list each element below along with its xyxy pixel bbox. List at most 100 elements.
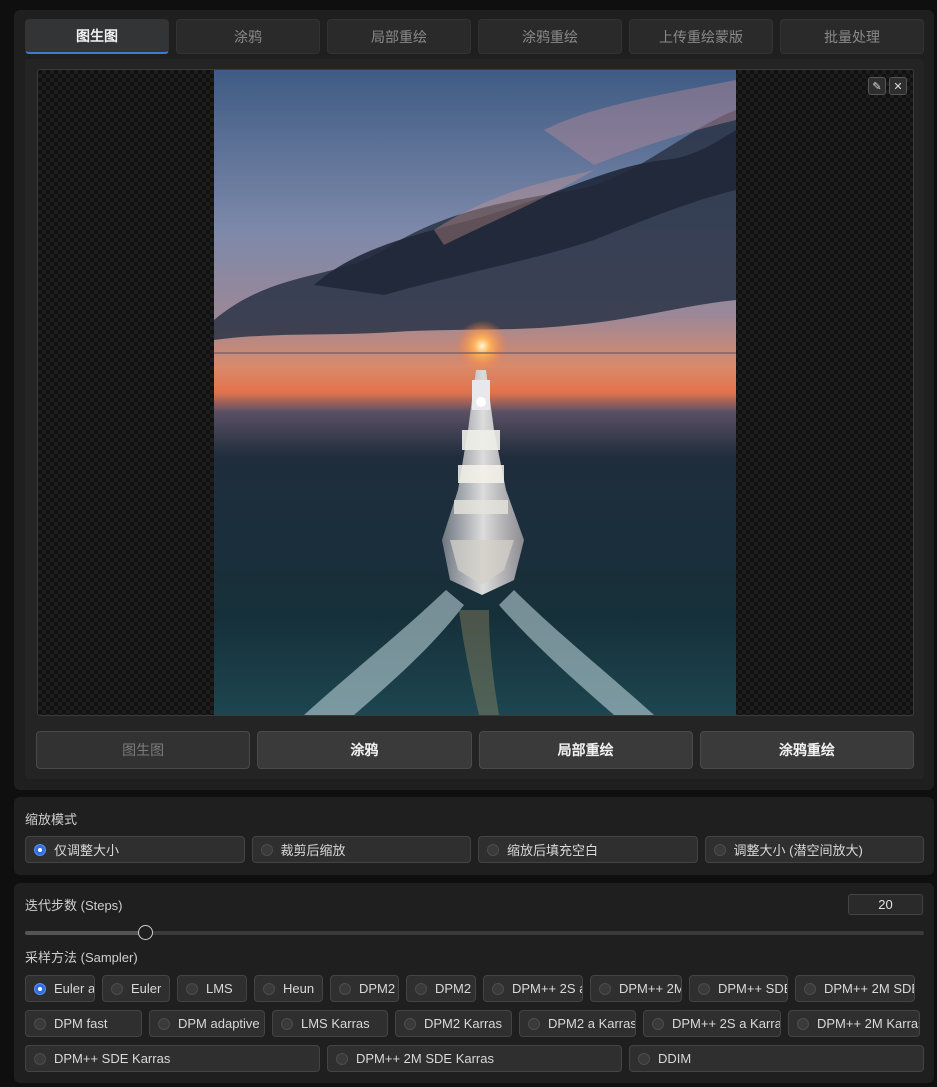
sampler-option[interactable]: DPM++ 2S a <box>483 975 583 1002</box>
resize-option-0[interactable]: 仅调整大小 <box>25 836 245 863</box>
send-to-button-0[interactable]: 图生图 <box>36 731 251 769</box>
sampler-option-label: LMS <box>206 981 233 996</box>
radio-dot <box>487 843 499 856</box>
slider-fill <box>25 931 145 935</box>
sampler-option[interactable]: DPM2 <box>330 975 399 1002</box>
mode-tabs: 图生图 涂鸦 局部重绘 涂鸦重绘 上传重绘蒙版 批量处理 <box>25 19 924 54</box>
send-to-buttons: 图生图 涂鸦 局部重绘 涂鸦重绘 <box>36 731 914 769</box>
send-to-button-2[interactable]: 局部重绘 <box>478 731 693 769</box>
sampler-option-label: Heun <box>283 981 315 996</box>
steps-input[interactable]: 20 <box>848 894 923 915</box>
sampler-option-label: DPM2 <box>359 981 396 996</box>
resize-option-1[interactable]: 裁剪后缩放 <box>251 836 471 863</box>
radio-dot <box>492 982 504 995</box>
image-toolbar: ✎ ✕ <box>868 77 907 95</box>
sampler-option-label: DPM fast <box>54 1016 108 1031</box>
sampler-option[interactable]: DPM++ 2M <box>590 975 682 1002</box>
sampler-option-label: DPM++ SDE <box>718 981 788 996</box>
radio-dot <box>339 982 351 995</box>
img2img-panel: 图生图 涂鸦 局部重绘 涂鸦重绘 上传重绘蒙版 批量处理 ✎ ✕ 图生图 涂鸦 … <box>14 10 934 790</box>
slider-track <box>25 931 924 935</box>
radio-dot <box>263 982 275 995</box>
sampler-label: 采样方法 (Sampler) <box>25 950 138 965</box>
sampler-option[interactable]: DPM++ 2S a Karras <box>643 1010 781 1037</box>
sampler-option-label: DPM++ 2M <box>619 981 682 996</box>
radio-dot <box>652 1017 664 1030</box>
radio-dot <box>713 843 726 856</box>
radio-dot <box>797 1017 809 1030</box>
resize-option-label: 仅调整大小 <box>54 843 120 858</box>
sampler-option[interactable]: DPM2 a <box>406 975 476 1002</box>
sampler-option[interactable]: DPM++ 2M SDE <box>795 975 915 1002</box>
sampler-row-0: Euler a Euler LMS Heun DPM2 DPM2 a DPM++ 2S a D… <box>25 975 915 1002</box>
sampler-option-label: DDIM <box>658 1051 692 1066</box>
sampler-option-label: Euler a <box>54 981 95 996</box>
sampler-option[interactable]: DPM2 a Karras <box>519 1010 636 1037</box>
steps-slider[interactable] <box>25 925 924 940</box>
sampler-option[interactable]: DPM++ SDE Karras <box>25 1045 320 1072</box>
sampler-option[interactable]: Euler a <box>25 975 95 1002</box>
radio-dot <box>34 843 46 856</box>
tab-0[interactable]: 图生图 <box>25 19 169 54</box>
resize-option-2[interactable]: 缩放后填充空白 <box>478 836 698 863</box>
sampler-option[interactable]: LMS <box>177 975 247 1002</box>
sampler-option-label: DPM++ 2M SDE Karras <box>356 1051 494 1066</box>
radio-dot <box>111 982 123 995</box>
resize-option-label: 裁剪后缩放 <box>280 843 346 858</box>
sampler-option[interactable]: DPM++ 2M SDE Karras <box>327 1045 622 1072</box>
sampling-panel: 迭代步数 (Steps) 20 采样方法 (Sampler) Euler a Eu… <box>14 883 934 1083</box>
tab-4[interactable]: 上传重绘蒙版 <box>629 19 773 54</box>
radio-dot <box>698 982 710 995</box>
sampler-option-label: DPM2 a Karras <box>548 1016 636 1031</box>
close-icon[interactable]: ✕ <box>889 77 907 95</box>
sampler-option[interactable]: DPM++ SDE <box>689 975 788 1002</box>
sampler-row-2: DPM++ SDE Karras DPM++ 2M SDE Karras DDIM <box>25 1045 924 1072</box>
sampler-option-label: DPM2 Karras <box>424 1016 503 1031</box>
resize-mode-label: 缩放模式 <box>25 812 78 827</box>
resize-option-label: 缩放后填充空白 <box>507 843 599 858</box>
radio-dot <box>404 1017 416 1030</box>
tab-2[interactable]: 局部重绘 <box>327 19 471 54</box>
sampler-option[interactable]: DPM2 Karras <box>395 1010 512 1037</box>
resize-mode-options: 仅调整大小 裁剪后缩放 缩放后填充空白 调整大小 (潜空间放大) <box>25 836 924 863</box>
radio-dot <box>336 1052 348 1065</box>
pencil-icon[interactable]: ✎ <box>868 77 886 95</box>
sampler-option-label: DPM adaptive <box>178 1016 260 1031</box>
radio-dot <box>34 1052 46 1065</box>
tab-1[interactable]: 涂鸦 <box>176 19 320 54</box>
image-editor: ✎ ✕ 图生图 涂鸦 局部重绘 涂鸦重绘 <box>25 59 924 779</box>
sampler-option[interactable]: DPM adaptive <box>149 1010 265 1037</box>
sampler-option[interactable]: Euler <box>102 975 170 1002</box>
uploaded-image <box>214 70 736 715</box>
resize-mode-panel: 缩放模式 仅调整大小 裁剪后缩放 缩放后填充空白 调整大小 (潜空间放大) <box>14 797 934 875</box>
sampler-option[interactable]: DPM++ 2M Karras <box>788 1010 920 1037</box>
sampler-option[interactable]: DDIM <box>629 1045 924 1072</box>
radio-dot <box>34 982 46 995</box>
sampler-option-label: DPM2 a <box>435 981 475 996</box>
radio-dot <box>638 1052 650 1065</box>
sampler-row-1: DPM fast DPM adaptive LMS Karras DPM2 Karra… <box>25 1010 920 1037</box>
slider-thumb[interactable] <box>137 925 153 940</box>
radio-dot <box>158 1017 170 1030</box>
sampler-option-label: DPM++ SDE Karras <box>54 1051 171 1066</box>
radio-dot <box>260 843 273 856</box>
send-to-button-3[interactable]: 涂鸦重绘 <box>699 731 914 769</box>
radio-dot <box>34 1017 46 1030</box>
send-to-button-1[interactable]: 涂鸦 <box>257 731 472 769</box>
resize-option-3[interactable]: 调整大小 (潜空间放大) <box>704 836 924 863</box>
sampler-option[interactable]: LMS Karras <box>272 1010 388 1037</box>
sampler-option[interactable]: Heun <box>254 975 323 1002</box>
radio-dot <box>415 982 427 995</box>
tab-3[interactable]: 涂鸦重绘 <box>478 19 622 54</box>
steps-label: 迭代步数 (Steps) <box>25 898 123 913</box>
radio-dot <box>528 1017 540 1030</box>
image-canvas[interactable]: ✎ ✕ <box>37 69 914 716</box>
sampler-option-label: Euler <box>131 981 162 996</box>
sampler-option-label: DPM++ 2S a Karras <box>672 1016 781 1031</box>
sampler-option-label: DPM++ 2M Karras <box>817 1016 920 1031</box>
sampler-option-label: DPM++ 2S a <box>512 981 583 996</box>
radio-dot <box>599 982 611 995</box>
tab-5[interactable]: 批量处理 <box>780 19 924 54</box>
resize-option-label: 调整大小 (潜空间放大) <box>733 843 863 858</box>
sampler-option[interactable]: DPM fast <box>25 1010 142 1037</box>
